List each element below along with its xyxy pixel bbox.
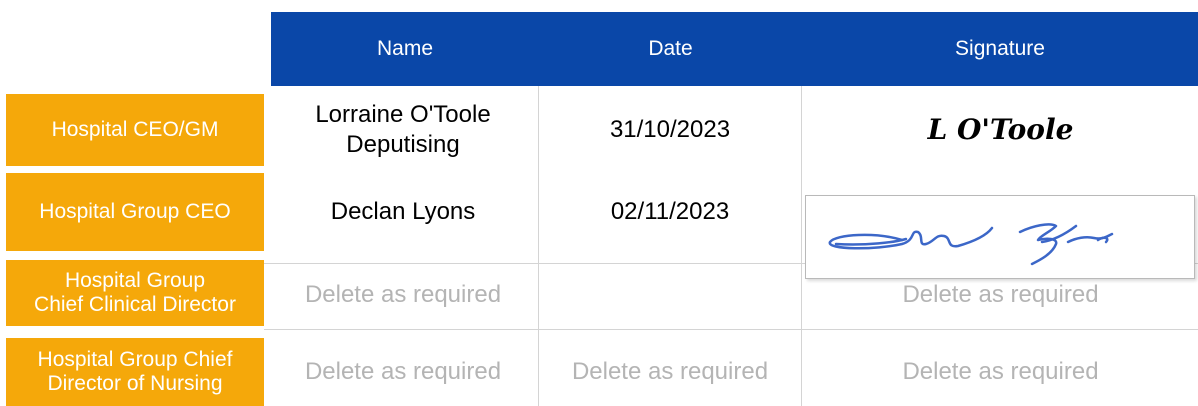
row-label-chief-director-of-nursing: Hospital Group Chief Director of Nursing: [6, 338, 264, 406]
row-label-hospital-ceo: Hospital CEO/GM: [6, 94, 264, 166]
row-label-text: Hospital Group CEO: [39, 200, 231, 223]
row-label-text: Hospital Group Chief: [37, 348, 233, 371]
grid-line: [538, 86, 539, 406]
row-label-text: Hospital CEO/GM: [51, 118, 219, 141]
column-header-signature: Signature: [802, 12, 1198, 86]
cell-signature: Delete as required: [803, 262, 1198, 328]
date-value: 31/10/2023: [609, 116, 731, 143]
header-date-label: Date: [648, 37, 693, 60]
signature-placeholder: Delete as required: [902, 281, 1099, 308]
grid-line: [801, 86, 802, 406]
date-value: 02/11/2023: [610, 198, 730, 225]
cell-name: Lorraine O'Toole Deputising: [271, 92, 535, 168]
name-line: Deputising: [346, 131, 460, 158]
signature-placeholder: Delete as required: [902, 358, 1099, 385]
row-label-text: Director of Nursing: [47, 372, 223, 395]
signature-text: L O'Toole: [927, 113, 1074, 146]
name-line: Lorraine O'Toole: [315, 101, 491, 128]
cell-name: Delete as required: [271, 262, 535, 328]
column-header-date: Date: [539, 12, 802, 86]
cell-signature: Delete as required: [803, 338, 1198, 406]
name-placeholder: Delete as required: [304, 358, 502, 385]
column-header-name: Name: [271, 12, 539, 86]
cell-date: 02/11/2023: [540, 174, 800, 250]
row-label-chief-clinical-director: Hospital Group Chief Clinical Director: [6, 260, 264, 326]
cell-signature: L O'Toole: [803, 92, 1198, 168]
row-label-text: Hospital Group: [64, 269, 206, 292]
name-placeholder: Delete as required: [304, 281, 502, 308]
cell-date: [540, 262, 800, 328]
row-label-hospital-group-ceo: Hospital Group CEO: [6, 173, 264, 251]
header-name-label: Name: [376, 37, 434, 60]
cell-date: 31/10/2023: [540, 92, 800, 168]
grid-line: [264, 329, 1198, 330]
header-signature-label: Signature: [955, 37, 1045, 60]
name-value: Declan Lyons: [330, 198, 476, 225]
date-placeholder: Delete as required: [571, 358, 769, 385]
cell-name: Declan Lyons: [271, 174, 535, 250]
row-label-text: Chief Clinical Director: [34, 293, 236, 316]
cell-date: Delete as required: [540, 338, 800, 406]
cell-name: Delete as required: [271, 338, 535, 406]
